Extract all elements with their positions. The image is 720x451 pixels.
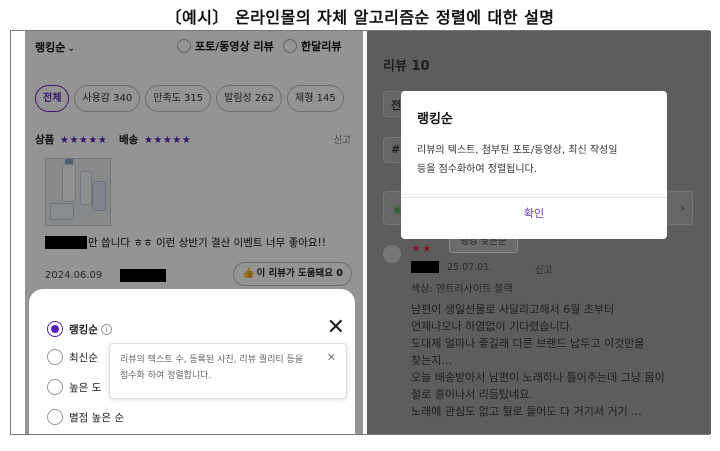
right-screenshot: 리뷰 10 전 # ◉ › ★★ 25.07.01. 신고 랭킹 낮은순 색상:… [367,31,711,434]
sort-option-label: 랭킹순 [69,323,98,336]
radio-selected[interactable] [47,321,63,337]
sort-option-ranking[interactable]: 랭킹순 i [47,321,112,337]
figure-frame: 랭킹순 ⌄ 포토/동영상 리뷰 한달리뷰 전체 사용감 340 만족도 315 발… [10,30,711,435]
review-line: 도대체 얼마나 좋길래 다른 브랜드 납두고 이것만을 [411,337,645,350]
radio-unselected[interactable] [47,379,63,395]
modal-body: 리뷰의 텍스트, 첨부된 포토/동영상, 최신 작성일 등을 점수화하여 정렬됩… [417,141,657,179]
avatar [383,245,401,263]
sort-option-label: 별점 높은 순 [69,411,124,424]
info-icon[interactable]: i [100,323,112,335]
confirm-button[interactable]: 확인 [401,205,667,221]
sort-option-high[interactable]: 높은 도 [47,379,101,395]
figure-caption: 〔예시〕 온라인몰의 자체 알고리즘순 정렬에 대한 설명 [165,8,555,27]
review-line: 남편이 생일선물로 사달라고해서 6월 초부터 [411,303,615,316]
modal-body-line2: 등을 점수화하여 정렬됩니다. [417,164,537,175]
radio-unselected[interactable] [47,349,63,365]
option-color: 색상: 엔트리사이트 블랙 [411,284,513,295]
ranking-tooltip: 리뷰의 텍스트 수, 등록된 사진, 리뷰 퀄리티 등을 점수화 하여 정렬합니… [109,343,347,399]
modal-body-line1: 리뷰의 텍스트, 첨부된 포토/동영상, 최신 작성일 [417,145,618,156]
review-line: 오늘 배송받아서 남편이 노래하나 틀어주는데 그냥 몸이 [411,371,665,384]
modal-title: 랭킹순 [417,112,453,127]
review-count-title: 리뷰 10 [383,59,430,74]
hashtag-box-label: # [391,143,401,156]
left-screenshot: 랭킹순 ⌄ 포토/동영상 리뷰 한달리뷰 전체 사용감 340 만족도 315 발… [25,31,363,434]
sort-option-label: 최신순 [69,351,98,364]
filter-box-label: 전 [391,99,402,112]
redaction-bar [411,261,439,273]
review-line: 언제나오나 하염없이 기다렸습니다. [411,320,574,333]
sort-bottom-sheet: 랭킹순 i 최신순 높은 도 별점 높은 순 ✕ 리뷰의 텍스트 수, 등록된 … [29,289,355,434]
close-icon[interactable]: ✕ [327,317,345,339]
chevron-right-icon: › [679,201,685,216]
review-line: 노래에 관심도 없고 뭘로 들어도 다 거기서 거기 ... [411,405,642,418]
divider [401,197,667,198]
close-icon[interactable]: ✕ [327,350,336,366]
review-line: 절로 흥이나서 리듬탔네요. [411,388,533,401]
review-line: 찾는지... [411,354,452,367]
review-body: 남편이 생일선물로 사달라고해서 6월 초부터 언제나오나 하염없이 기다렸습니… [411,301,701,420]
sort-option-rating-high[interactable]: 별점 높은 순 [47,409,124,425]
review-stars: ★★ [411,242,433,255]
sort-option-label: 높은 도 [69,381,102,394]
report-link[interactable]: 신고 [535,262,552,276]
ranking-info-modal: 랭킹순 리뷰의 텍스트, 첨부된 포토/동영상, 최신 작성일 등을 점수화하여… [401,91,667,239]
radio-unselected[interactable] [47,409,63,425]
review-date: 25.07.01. [447,262,493,273]
tooltip-text-line2: 점수화 하여 정렬합니다. [120,371,212,381]
tooltip-text-line1: 리뷰의 텍스트 수, 등록된 사진, 리뷰 퀄리티 등을 [120,355,304,365]
sort-option-latest[interactable]: 최신순 [47,349,98,365]
